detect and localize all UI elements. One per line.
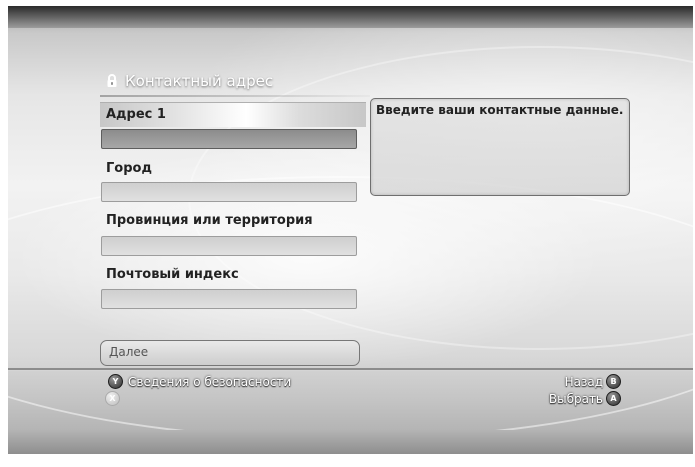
x-hint[interactable]: X [105,391,120,406]
province-label[interactable]: Провинция или территория [100,209,366,233]
b-button-icon: B [606,374,621,389]
footer-divider [8,368,693,370]
lock-icon [107,74,117,87]
bottom-band [8,430,693,454]
top-band [8,6,693,28]
security-info-hint[interactable]: Y Сведения о безопасности [108,374,291,389]
screen: Контактный адрес Адрес 1 Город Провинция… [8,6,693,454]
back-label: Назад [564,374,603,389]
select-hint[interactable]: Выбрать A [549,391,621,406]
y-button-icon: Y [108,374,123,389]
title-underline [100,95,370,97]
next-button[interactable]: Далее [100,340,360,366]
postal-code-label[interactable]: Почтовый индекс [100,263,366,287]
postal-code-field[interactable] [101,289,357,309]
address1-field[interactable] [101,129,357,149]
select-label: Выбрать [548,391,603,406]
security-info-label: Сведения о безопасности [128,374,292,389]
city-field[interactable] [101,182,357,202]
a-button-icon: A [606,391,621,406]
province-field[interactable] [101,236,357,256]
info-panel: Введите ваши контактные данные. [370,98,630,196]
info-text: Введите ваши контактные данные. [376,103,624,117]
x-button-icon: X [105,391,120,406]
city-label[interactable]: Город [100,157,366,181]
address1-label[interactable]: Адрес 1 [100,102,366,127]
next-button-label: Далее [109,345,149,359]
page-title-text: Контактный адрес [125,72,274,90]
back-hint[interactable]: Назад B [565,374,621,389]
page-title: Контактный адрес [105,69,273,93]
